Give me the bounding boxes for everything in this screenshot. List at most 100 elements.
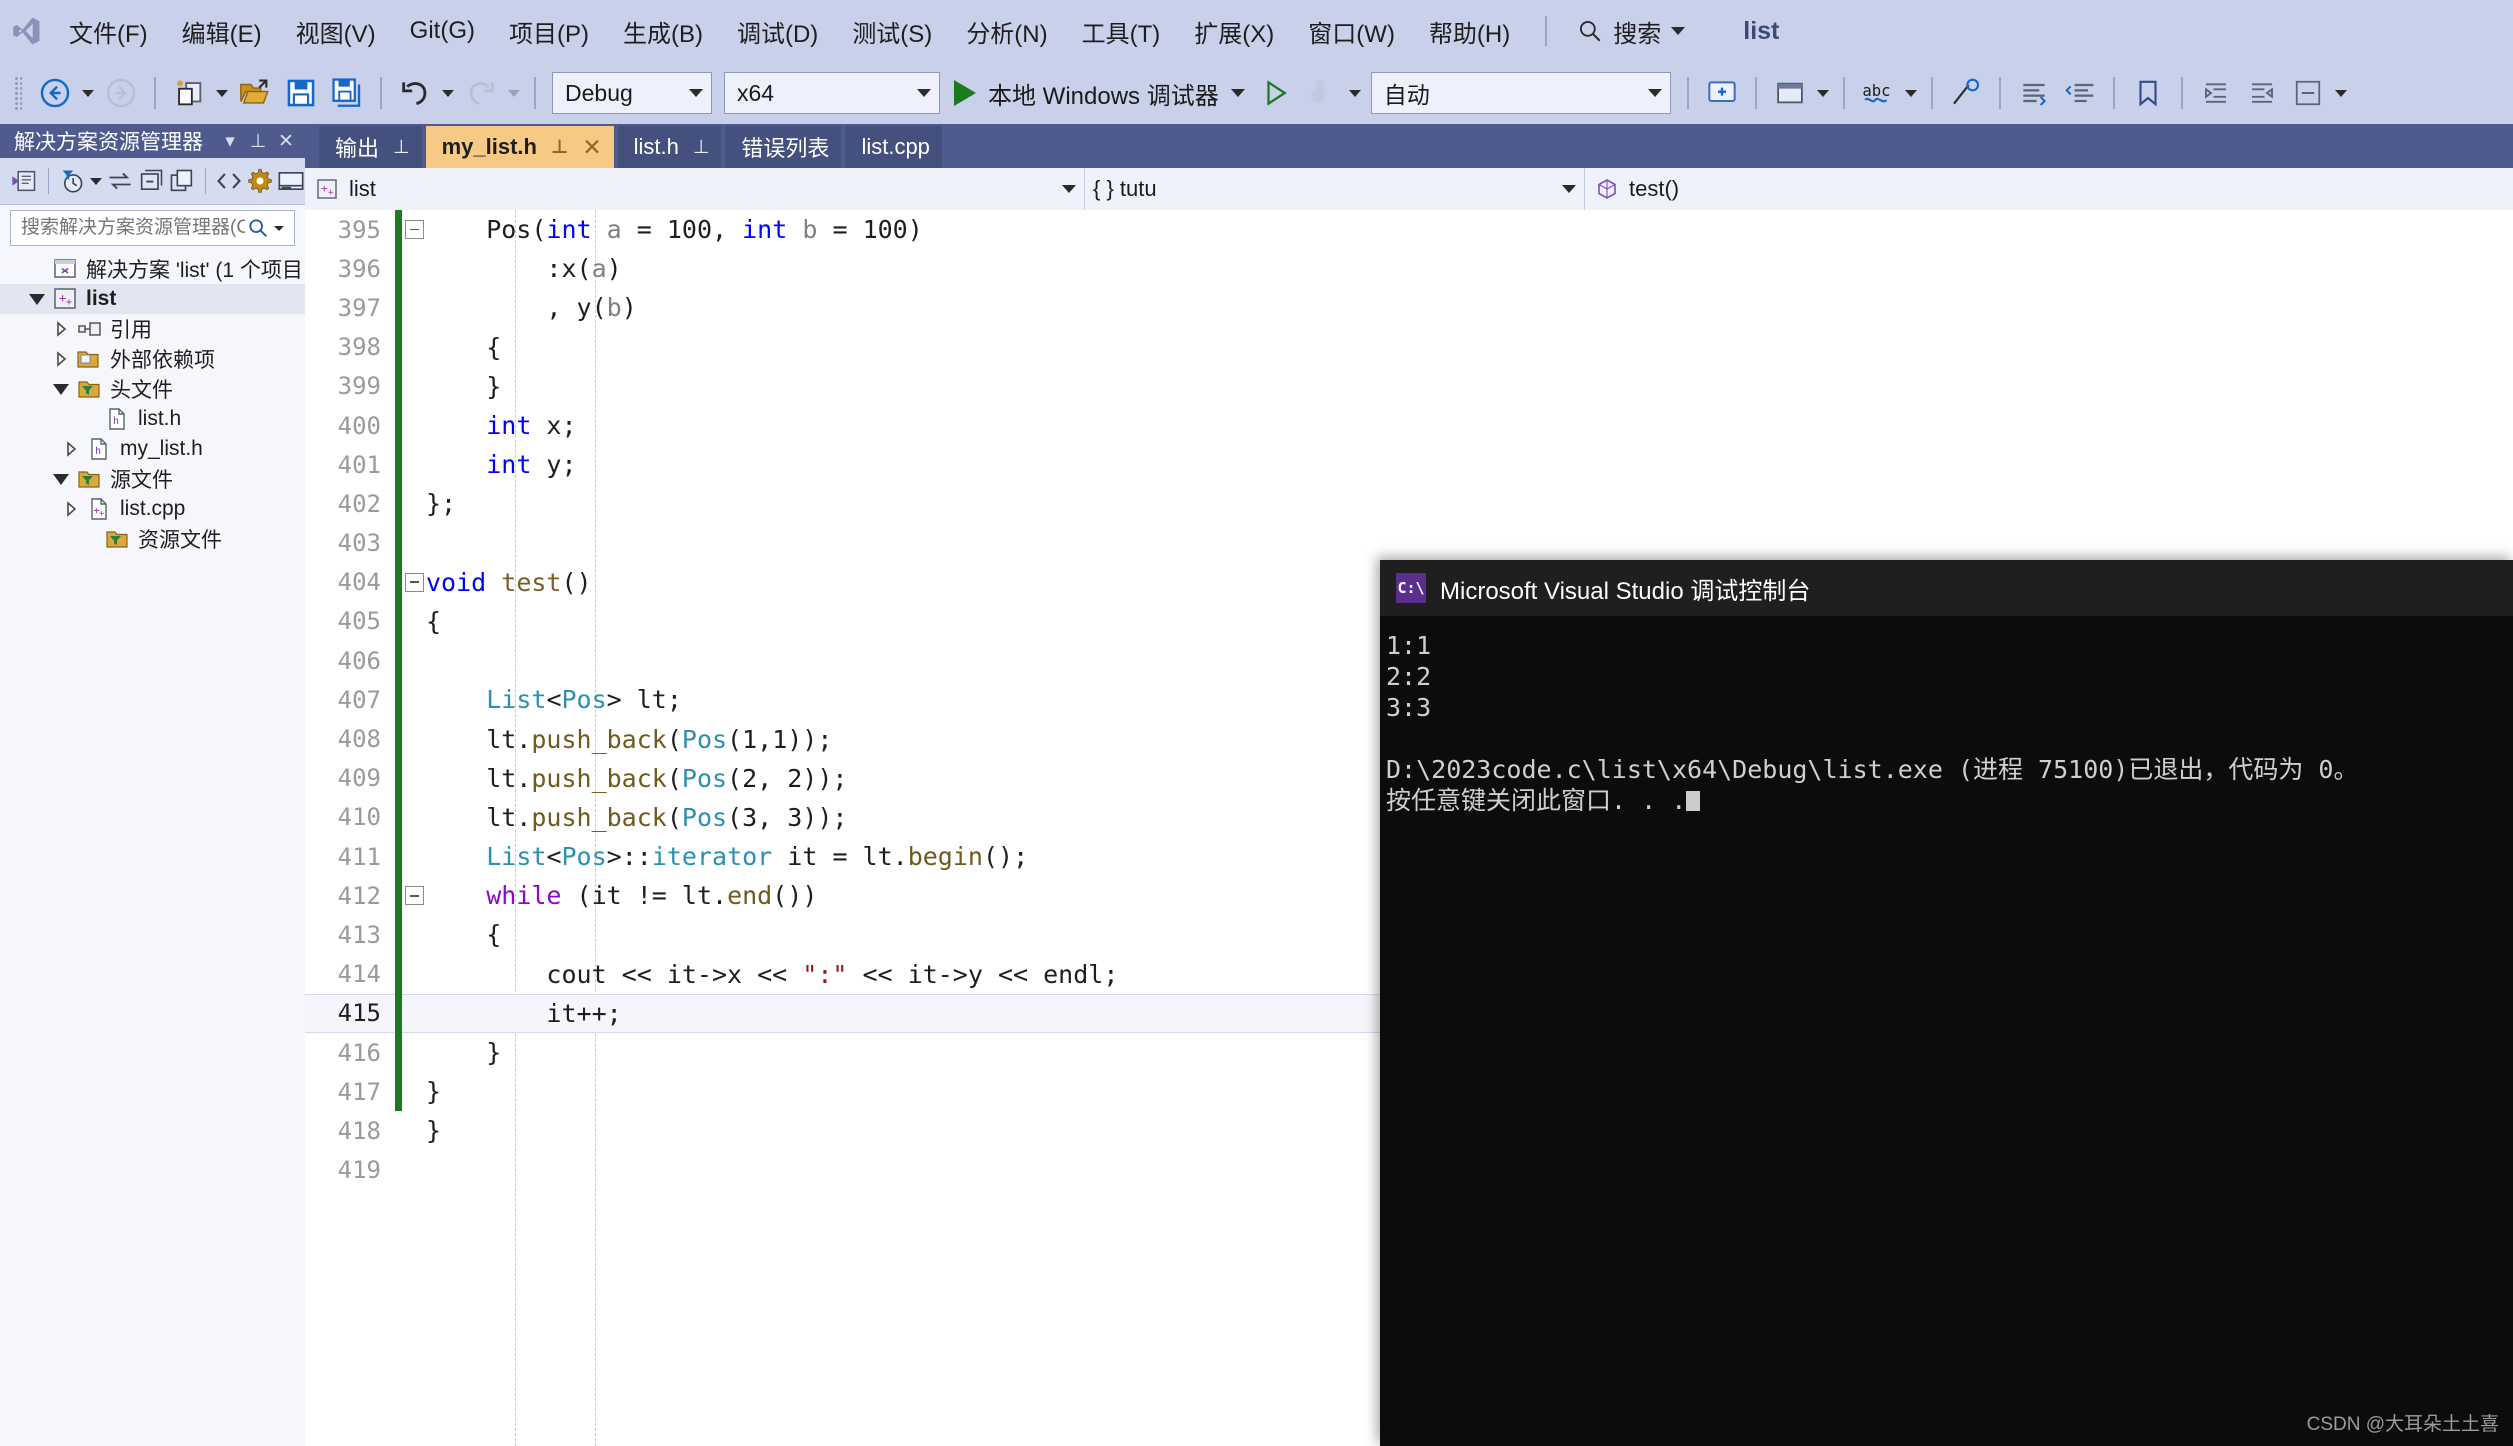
solution-platform-combo[interactable]: x64 [724,72,940,114]
tab-output[interactable]: 输出 ⊥ [319,126,422,168]
menu-item-edit[interactable]: 编辑(E) [165,0,279,62]
code-line[interactable]: 402}; [305,484,2513,524]
new-item-icon[interactable] [166,70,212,116]
start-debugging-button[interactable]: 本地 Windows 调试器 [946,70,1253,116]
outlining-gutter[interactable] [402,915,426,954]
outlining-gutter[interactable] [402,1072,426,1111]
quick-find-icon[interactable] [1943,70,1989,116]
redo-icon[interactable] [458,70,504,116]
close-icon[interactable]: ✕ [582,134,601,161]
menu-item-window[interactable]: 窗口(W) [1291,0,1412,62]
outlining-gutter[interactable] [402,328,426,367]
preview-selected-items-icon[interactable] [276,163,305,199]
outlining-gutter[interactable] [402,602,426,641]
menu-item-tools[interactable]: 工具(T) [1065,0,1178,62]
navigate-back-icon[interactable] [32,70,78,116]
collapse-region-icon[interactable] [404,886,424,906]
code-line[interactable]: 401 int y; [305,445,2513,485]
twisty-collapsed[interactable] [58,440,84,458]
outlining-gutter[interactable] [402,406,426,445]
panel-menu-chevron-icon[interactable]: ▾ [219,130,241,153]
tree-item-references[interactable]: 引用 [0,314,305,344]
debug-console-window[interactable]: C:\ Microsoft Visual Studio 调试控制台 1:1 2:… [1380,560,2513,1446]
tab-error-list[interactable]: 错误列表 [725,126,842,168]
pin-icon[interactable]: ⊥ [247,130,269,153]
window-layout-icon[interactable] [1767,70,1813,116]
menu-item-file[interactable]: 文件(F) [52,0,165,62]
outlining-gutter[interactable] [402,876,426,915]
outlining-gutter[interactable] [402,719,426,758]
chevron-down-icon[interactable] [1230,89,1245,97]
save-all-icon[interactable] [324,70,370,116]
outlining-gutter[interactable] [402,759,426,798]
twisty-expanded[interactable] [48,383,74,395]
uncomment-lines-icon[interactable] [2057,70,2103,116]
outlining-gutter[interactable] [402,994,426,1033]
tree-item-project-list[interactable]: + + list [0,284,305,314]
search-input[interactable] [19,216,247,240]
navigate-back-dropdown[interactable] [78,70,98,116]
tab-list-cpp[interactable]: list.cpp [845,126,942,168]
code-line[interactable]: 396 :x(a) [305,249,2513,289]
menu-item-build[interactable]: 生成(B) [606,0,720,62]
outlining-gutter[interactable] [402,1151,426,1190]
outlining-gutter[interactable] [402,798,426,837]
outlining-gutter[interactable] [402,837,426,876]
outlining-gutter[interactable] [402,641,426,680]
open-file-icon[interactable] [232,70,278,116]
tree-item-source-files[interactable]: 源文件 [0,464,305,494]
nav-project-combo[interactable]: + + list [305,168,1085,210]
global-search-box[interactable]: 搜索 [1565,8,1697,54]
tree-item-header-files[interactable]: 头文件 [0,374,305,404]
twisty-expanded[interactable] [24,293,50,305]
solution-explorer-search[interactable] [10,210,295,246]
save-icon[interactable] [278,70,324,116]
outlining-gutter[interactable] [402,1033,426,1072]
twisty-collapsed[interactable] [48,320,74,338]
live-share-icon[interactable] [1699,70,1745,116]
nav-scope-combo[interactable]: { } tutu [1085,168,1585,210]
outlining-gutter[interactable] [402,1111,426,1150]
hot-reload-dropdown[interactable] [1345,70,1365,116]
toolbar-overflow-button[interactable] [2331,70,2351,116]
menu-item-help[interactable]: 帮助(H) [1412,0,1527,62]
menu-item-analyze[interactable]: 分析(N) [949,0,1064,62]
outlining-gutter[interactable] [402,249,426,288]
collapse-region-icon[interactable] [404,572,424,592]
outlining-gutter[interactable] [402,445,426,484]
home-icon[interactable] [10,163,39,199]
indent-icon[interactable] [2193,70,2239,116]
new-item-dropdown[interactable] [212,70,232,116]
tree-item-list-cpp[interactable]: + + list.cpp [0,494,305,524]
chevron-down-icon[interactable] [1671,27,1686,35]
outlining-gutter[interactable] [402,484,426,523]
show-all-files-icon[interactable] [167,163,196,199]
spell-check-icon[interactable]: abc [1855,70,1901,116]
spell-check-dropdown[interactable] [1901,70,1921,116]
collapse-all-icon[interactable] [137,163,166,199]
outlining-gutter[interactable] [402,955,426,994]
pending-changes-filter-icon[interactable] [57,163,86,199]
code-line[interactable]: 397 , y(b) [305,288,2513,328]
menu-item-test[interactable]: 测试(S) [835,0,949,62]
menu-item-extensions[interactable]: 扩展(X) [1177,0,1291,62]
twisty-collapsed[interactable] [48,350,74,368]
comment-lines-icon[interactable] [2011,70,2057,116]
pin-icon[interactable]: ⊥ [693,136,710,159]
navigate-forward-icon[interactable] [98,70,144,116]
menu-item-git[interactable]: Git(G) [393,0,492,62]
code-line[interactable]: 395 Pos(int a = 100, int b = 100) [305,210,2513,250]
tree-item-resource-files[interactable]: 资源文件 [0,524,305,554]
outlining-gutter[interactable] [402,524,426,563]
pin-icon[interactable]: ⊥ [393,136,410,159]
collapse-region-icon[interactable] [404,220,424,240]
menu-item-view[interactable]: 视图(V) [279,0,393,62]
code-view-icon[interactable] [215,163,244,199]
tree-item-my-list-h[interactable]: h my_list.h [0,434,305,464]
sync-icon[interactable] [106,163,135,199]
debug-target-combo[interactable]: 自动 [1370,72,1671,114]
hot-reload-icon[interactable] [1299,70,1345,116]
tree-item-solution[interactable]: 解决方案 'list' (1 个项目，共 1 个) [0,254,396,284]
menu-item-project[interactable]: 项目(P) [492,0,606,62]
close-icon[interactable]: ✕ [275,130,297,153]
